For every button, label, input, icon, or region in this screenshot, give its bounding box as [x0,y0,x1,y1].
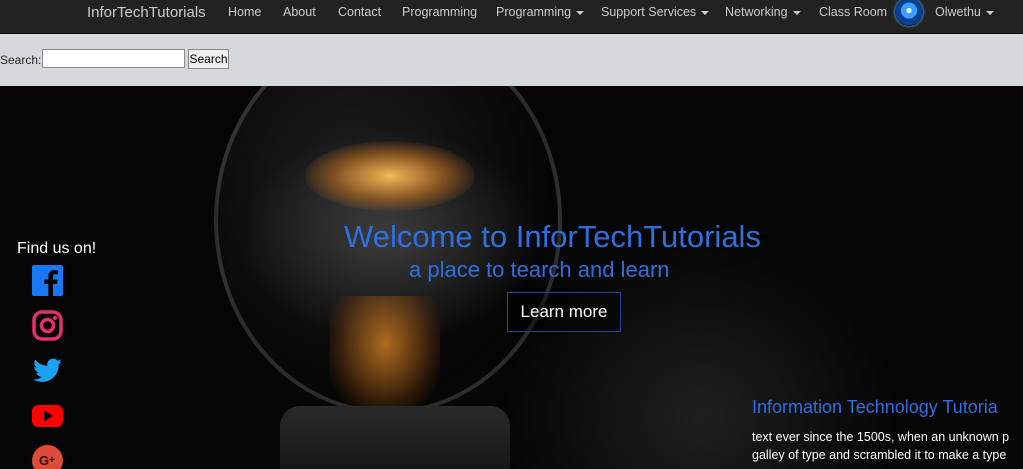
user-avatar[interactable] [895,0,923,26]
search-label: Search: [0,53,42,67]
hero-subtitle: a place to tearch and learn [409,257,670,282]
instagram-icon[interactable] [31,309,64,342]
nav-programming[interactable]: Programming [402,0,477,25]
lightbulb-filament-glow [305,141,475,211]
info-section-title: Information Technology Tutoria [752,397,998,417]
chevron-down-icon [985,10,994,15]
nav-networking-dropdown[interactable]: Networking [725,0,801,25]
nav-about[interactable]: About [283,0,316,25]
hero-title: Welcome to InforTechTutorials [344,219,761,254]
twitter-icon[interactable] [31,354,64,387]
nav-home[interactable]: Home [228,0,261,25]
chevron-down-icon [576,10,585,15]
chevron-down-icon [792,10,801,15]
learn-more-button[interactable]: Learn more [507,292,621,332]
svg-text:G: G [39,453,49,468]
lightbulb-base [280,406,510,469]
user-name: Olwethu [935,5,981,19]
google-plus-icon[interactable]: G + [31,444,64,469]
search-bar: Search: Search [0,34,1023,86]
nav-support-services-dropdown[interactable]: Support Services [601,0,710,25]
nav-networking-label: Networking [725,5,788,19]
lightbulb-neck-glow [330,296,440,416]
search-input[interactable] [42,49,185,68]
chevron-down-icon [701,10,710,15]
info-text-line: galley of type and scrambled it to make … [752,448,1007,462]
find-us-heading: Find us on! [17,240,97,257]
search-button[interactable]: Search [188,49,229,69]
youtube-icon[interactable] [31,399,64,432]
nav-support-services-label: Support Services [601,5,697,19]
brand-logo[interactable]: InforTechTutorials [87,0,206,25]
nav-contact[interactable]: Contact [338,0,381,25]
nav-class-room[interactable]: Class Room [819,0,887,25]
nav-programming-dropdown-label: Programming [496,5,572,19]
svg-text:+: + [49,455,55,466]
info-section-text: text ever since the 1500s, when an unkno… [752,428,1023,464]
info-text-line: text ever since the 1500s, when an unkno… [752,430,1010,444]
facebook-icon[interactable] [31,264,64,297]
top-navbar: InforTechTutorials Home About Contact Pr… [0,0,1023,34]
nav-programming-dropdown[interactable]: Programming [496,0,585,25]
user-menu-dropdown[interactable]: Olwethu [935,0,994,25]
hero-section: Welcome to InforTechTutorials a place to… [0,86,1023,469]
